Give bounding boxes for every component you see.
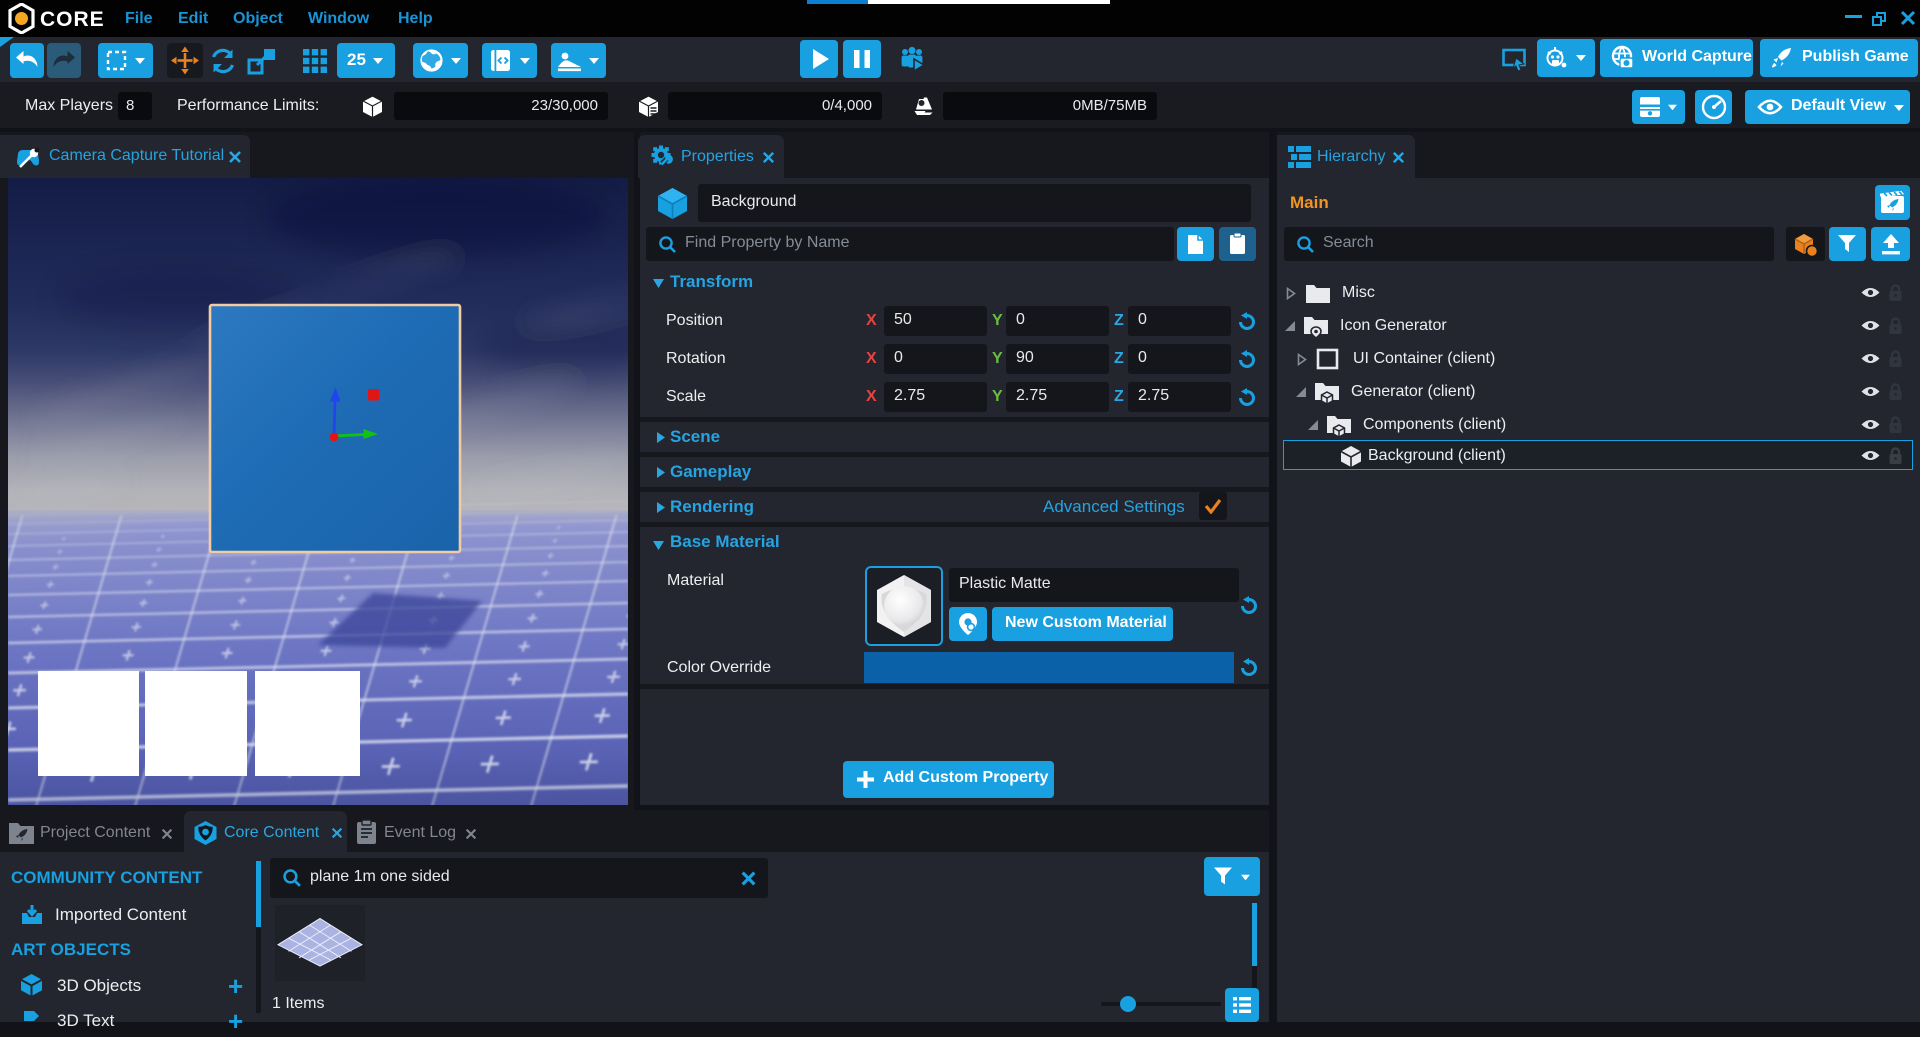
svg-text:CORE: CORE [40, 8, 105, 31]
